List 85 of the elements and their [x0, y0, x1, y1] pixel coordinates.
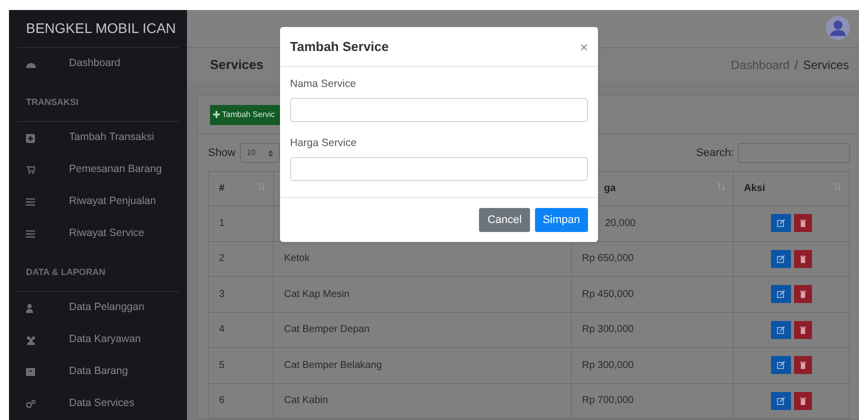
trash-icon [800, 219, 806, 228]
table-cell: Rp 300,000 [582, 360, 634, 371]
text-input-field[interactable] [290, 156, 588, 180]
table-cell: 1 [219, 218, 225, 229]
plus-icon [213, 111, 220, 118]
brand-title: BENGKEL MOBIL ICAN [26, 19, 176, 38]
table-cell: Cat Bemper Depan [284, 324, 370, 336]
edit-button[interactable] [771, 356, 791, 374]
sidebar-item[interactable]: Riwayat Penjualan [9, 186, 187, 218]
sort-icon [258, 183, 265, 190]
list-icon [26, 230, 35, 238]
table-cell: Cat Kabin [284, 395, 328, 406]
edit-button[interactable] [771, 250, 791, 268]
table-cell: Rp 700,000 [582, 395, 634, 406]
delete-button[interactable] [794, 214, 812, 232]
user-avatar-icon[interactable] [826, 16, 850, 40]
table-cell: Rp 300,000 [582, 324, 634, 336]
table-cell: 2 [219, 253, 225, 264]
sidebar-item[interactable]: Data Services [9, 388, 187, 420]
column-header[interactable]: # [219, 183, 225, 194]
table-cell: Rp 450,000 [582, 288, 634, 300]
sidebar-item[interactable]: Data Barang [9, 356, 187, 388]
trash-icon [800, 326, 806, 334]
edit-icon [777, 290, 785, 298]
close-button[interactable]: × [580, 40, 588, 54]
edit-icon [777, 361, 785, 370]
edit-icon [777, 254, 785, 263]
cart-icon [26, 166, 35, 174]
list-icon [26, 198, 35, 206]
entries-select[interactable]: 10 [240, 143, 280, 163]
table-cell: Ketok [284, 253, 310, 264]
edit-button[interactable] [771, 214, 791, 232]
sort-icon [718, 183, 725, 190]
users-icon [26, 336, 36, 344]
field-label: Harga Service [290, 136, 358, 151]
breadcrumb-separator: / [794, 56, 798, 74]
modal-title: Tambah Service [290, 38, 389, 56]
table-cell: 6 [219, 395, 225, 406]
box-icon [26, 368, 35, 376]
show-label: Show [208, 146, 236, 161]
column-header[interactable]: ga [604, 183, 616, 194]
field-label: Nama Service [290, 77, 357, 92]
table-cell: Rp 650,000 [582, 253, 634, 264]
cancel-button[interactable]: Cancel [479, 208, 530, 232]
page-title: Services [210, 56, 264, 74]
user-icon [26, 304, 33, 312]
table-cell: 4 [219, 324, 225, 336]
edit-button[interactable] [771, 320, 791, 339]
dashboard-icon [26, 60, 36, 68]
table-cell: Cat Bemper Belakang [284, 360, 382, 371]
search-label: Search: [696, 146, 734, 161]
trash-icon [800, 290, 806, 298]
edit-icon [777, 326, 785, 334]
sort-icon [834, 183, 841, 190]
trash-icon [800, 396, 806, 405]
delete-button[interactable] [794, 250, 812, 268]
sidebar-item[interactable]: Dashboard [9, 48, 187, 80]
section-heading: DATA & LAPORAN [25, 266, 106, 279]
table-cell: 20,000 [605, 218, 636, 229]
breadcrumb-current: Services [802, 56, 849, 74]
edit-icon [777, 396, 785, 405]
table-cell: 3 [219, 288, 225, 300]
sidebar-item[interactable]: Data Karyawan [9, 324, 187, 356]
section-heading: TRANSAKSI [25, 96, 79, 109]
sidebar-item[interactable]: Tambah Transaksi [9, 122, 187, 154]
sidebar-item[interactable]: Pemesanan Barang [9, 154, 187, 186]
plus-square-icon [26, 134, 35, 142]
column-header[interactable]: Aksi [744, 183, 766, 194]
delete-button[interactable] [794, 320, 812, 339]
delete-button[interactable] [794, 392, 812, 410]
sort-caret-icon [268, 150, 273, 156]
delete-button[interactable] [794, 356, 812, 374]
edit-button[interactable] [771, 285, 791, 304]
save-button[interactable]: Simpan [534, 208, 588, 232]
trash-icon [800, 361, 806, 370]
gears-icon [26, 400, 36, 408]
table-cell: Cat Kap Mesin [284, 288, 350, 300]
sidebar-item[interactable]: Riwayat Service [9, 218, 187, 250]
edit-icon [777, 219, 785, 228]
table-cell: 5 [219, 360, 225, 371]
edit-button[interactable] [771, 392, 791, 410]
text-input-field[interactable] [290, 98, 588, 122]
trash-icon [800, 254, 806, 263]
delete-button[interactable] [794, 285, 812, 304]
sidebar-item[interactable]: Data Pelanggan [9, 292, 187, 324]
